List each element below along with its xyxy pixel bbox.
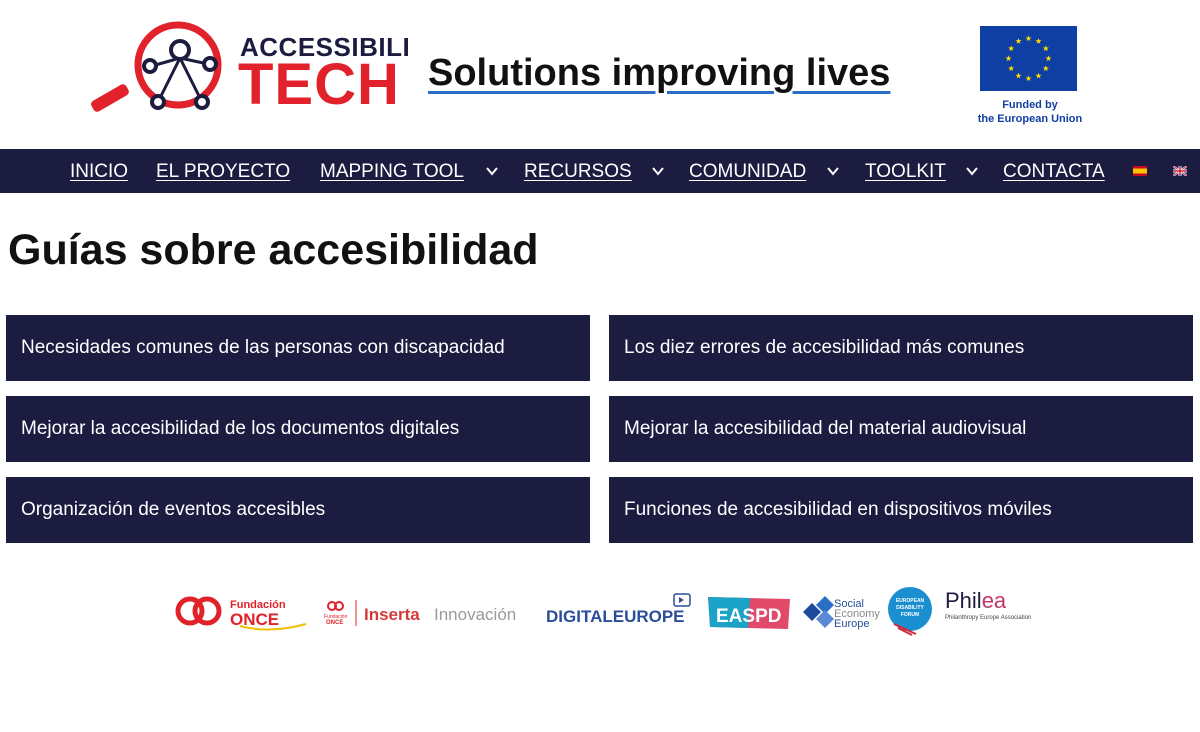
eu-star-icon [1042,65,1049,72]
fundacion-once-logo[interactable]: Fundación ONCE [175,596,307,631]
eu-flag-icon [980,26,1077,91]
nav-item-contacta[interactable]: CONTACTA [1003,161,1105,183]
svg-text:EUROPEAN: EUROPEAN [896,598,925,604]
eu-star-icon [1015,72,1022,79]
nav-item-inicio[interactable]: INICIO [70,161,128,183]
chevron-down-icon[interactable] [650,163,666,179]
logo-text-tech: TECH [238,52,400,117]
chevron-down-icon[interactable] [484,163,500,179]
guide-card-eventos-accesibles[interactable]: Organización de eventos accesibles [6,477,590,543]
svg-text:Inserta: Inserta [364,605,420,624]
svg-text:Europe: Europe [834,618,869,630]
eu-star-icon [1025,75,1032,82]
partner-logos-strip: Fundación ONCE Fundación ONCE Inserta In… [175,587,1031,636]
svg-text:DIGITALEUROPE: DIGITALEUROPE [546,607,685,626]
svg-text:EASPD: EASPD [716,606,781,627]
nav-item-el-proyecto[interactable]: EL PROYECTO [156,161,290,183]
eu-star-icon [1025,35,1032,42]
spanish-flag-icon[interactable] [1133,166,1147,176]
social-economy-europe-logo[interactable]: Social Economy Europe [803,596,880,630]
guide-card-documentos-digitales[interactable]: Mejorar la accesibilidad de los document… [6,396,590,462]
eu-star-icon [1005,55,1012,62]
nav-item-mapping-tool[interactable]: MAPPING TOOL [320,161,464,183]
eu-star-icon [1015,37,1022,44]
svg-text:Innovación: Innovación [434,605,516,624]
digitaleurope-logo[interactable]: DIGITALEUROPE [546,593,691,626]
svg-text:Philanthropy Europe Associatio: Philanthropy Europe Association [945,615,1031,621]
eu-star-icon [1042,45,1049,52]
eu-funding-badge: Funded by the European Union [968,26,1092,130]
nav-item-recursos[interactable]: RECURSOS [524,161,632,183]
guide-card-material-audiovisual[interactable]: Mejorar la accesibilidad del material au… [609,396,1193,462]
svg-text:DISABILITY: DISABILITY [896,605,924,611]
inserta-innovacion-logo[interactable]: Fundación ONCE Inserta Innovación [324,600,516,626]
chevron-down-icon[interactable] [825,163,841,179]
eu-star-icon [1035,72,1042,79]
philea-logo[interactable]: Philea Philanthropy Europe Association [945,588,1031,621]
eu-funding-caption: Funded by the European Union [977,99,1083,125]
nav-item-toolkit[interactable]: TOOLKIT [865,161,946,183]
main-navigation: INICIO EL PROYECTO MAPPING TOOL RECURSOS… [0,149,1200,193]
guide-card-diez-errores[interactable]: Los diez errores de accesibilidad más co… [609,315,1193,381]
svg-text:ONCE: ONCE [230,610,279,629]
eu-star-icon [1045,55,1052,62]
site-tagline[interactable]: Solutions improving lives [428,52,890,95]
eu-star-icon [1008,45,1015,52]
eu-star-icon [1035,37,1042,44]
partner-logos: Fundación ONCE Fundación ONCE Inserta In… [170,582,1040,642]
guide-card-necesidades[interactable]: Necesidades comunes de las personas con … [6,315,590,381]
site-header: ACCESSIBILI TECH Solutions improving liv… [0,0,1200,149]
easpd-logo[interactable]: EASPD [708,597,790,629]
svg-text:ONCE: ONCE [326,620,343,626]
european-disability-forum-logo[interactable]: EUROPEAN DISABILITY FORUM [888,587,932,636]
accessibilitech-logo[interactable]: ACCESSIBILI TECH [90,20,410,117]
chevron-down-icon[interactable] [964,163,980,179]
nav-item-comunidad[interactable]: COMUNIDAD [689,161,806,183]
uk-flag-icon[interactable] [1173,166,1187,176]
svg-text:FORUM: FORUM [901,612,919,618]
eu-star-icon [1008,65,1015,72]
guide-card-dispositivos-moviles[interactable]: Funciones de accesibilidad en dispositiv… [609,477,1193,543]
svg-text:Philea: Philea [945,588,1007,613]
page-title: Guías sobre accesibilidad [8,226,539,274]
